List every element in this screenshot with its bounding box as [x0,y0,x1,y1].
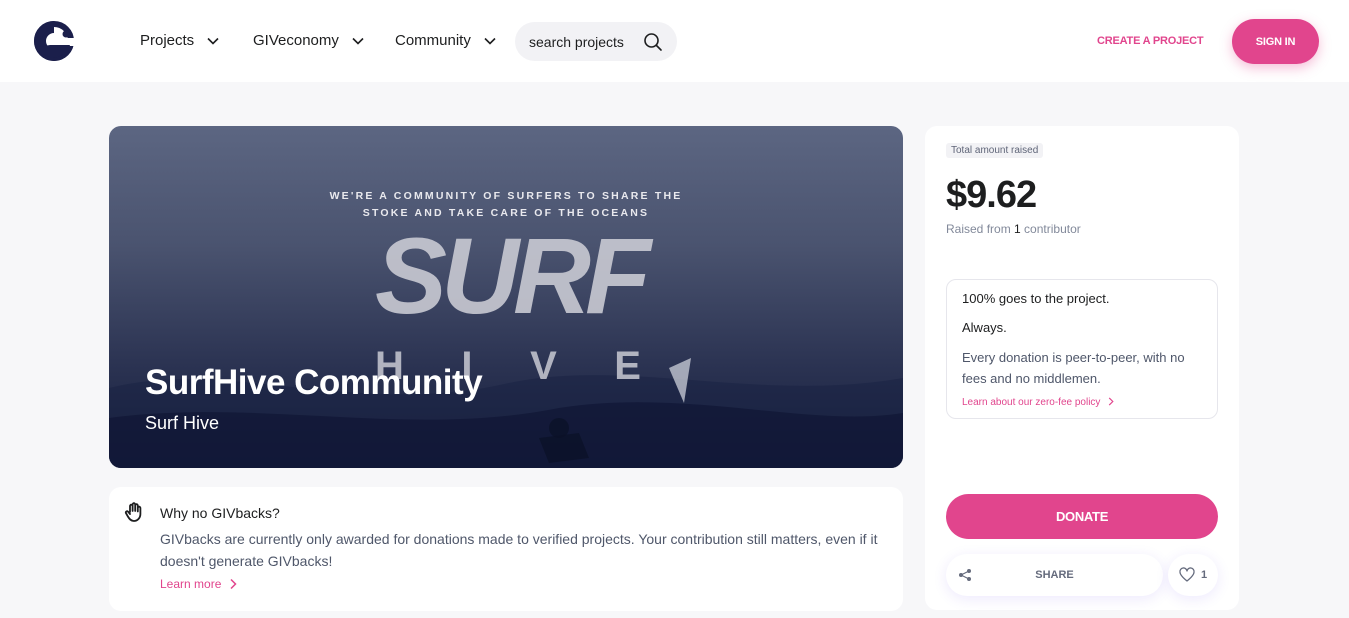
project-author[interactable]: Surf Hive [145,413,219,434]
search-bar[interactable] [515,22,677,61]
chevron-right-icon [1108,397,1114,406]
hero-logo-word: SURF [375,215,651,336]
nav-community-label: Community [395,32,471,49]
search-input[interactable] [529,33,639,50]
like-count: 1 [1200,569,1208,581]
share-label: SHARE [1035,569,1074,581]
amount-raised: $9.62 [946,174,1037,216]
hero-logo-letter: E [614,344,641,388]
project-hero-banner: WE'RE A COMMUNITY OF SURFERS TO SHARE TH… [109,126,903,468]
givbacks-title: Why no GIVbacks? [160,505,280,521]
info-always: Always. [962,320,1007,335]
donate-button[interactable]: DONATE [946,494,1218,539]
total-raised-badge: Total amount raised [946,143,1044,158]
learn-more-label: Learn more [160,577,222,591]
givbacks-body: GIVbacks are currently only awarded for … [160,531,878,569]
donation-panel: Total amount raised $9.62 Raised from 1 … [925,126,1239,610]
nav-community[interactable]: Community [395,32,497,49]
heart-icon [1179,567,1195,582]
contributor-prefix: Raised from [946,222,1015,236]
zero-fee-info-box: 100% goes to the project. Always. Every … [946,279,1218,419]
chevron-down-icon [484,37,496,45]
info-description: Every donation is peer-to-peer, with no … [962,350,1185,386]
givbacks-learn-more-link[interactable]: Learn more [160,577,237,591]
chevron-right-icon [230,578,237,590]
chevron-down-icon [207,37,219,45]
giveth-logo-icon[interactable] [30,17,78,65]
nav-projects-label: Projects [140,32,195,49]
project-title: SurfHive Community [145,363,483,402]
hand-stop-icon [124,502,142,522]
create-project-link[interactable]: CREATE A PROJECT [1097,35,1204,47]
search-icon[interactable] [643,32,663,52]
hero-logo-letter: V [530,344,557,388]
share-icon [959,569,971,581]
chevron-down-icon [352,37,364,45]
nav-giveconomy-label: GIVeconomy [253,32,339,49]
like-button[interactable]: 1 [1168,554,1218,596]
sign-in-button[interactable]: SIGN IN [1232,19,1319,64]
share-button[interactable]: SHARE [946,554,1163,596]
zero-fee-policy-label: Learn about our zero-fee policy [962,397,1101,408]
top-header: Projects GIVeconomy Community CREATE A P… [0,0,1349,82]
nav-giveconomy[interactable]: GIVeconomy [253,32,365,49]
contributor-number: 1 [1014,222,1021,236]
contributor-suffix: contributor [1020,222,1081,236]
contributor-count: Raised from 1 contributor [946,222,1081,236]
info-headline: 100% goes to the project. [962,291,1110,306]
givbacks-info-card: Why no GIVbacks? GIVbacks are currently … [109,487,903,611]
nav-projects[interactable]: Projects [140,32,220,49]
hero-tagline-line1: WE'RE A COMMUNITY OF SURFERS TO SHARE TH… [329,190,683,202]
zero-fee-policy-link[interactable]: Learn about our zero-fee policy [962,397,1115,408]
